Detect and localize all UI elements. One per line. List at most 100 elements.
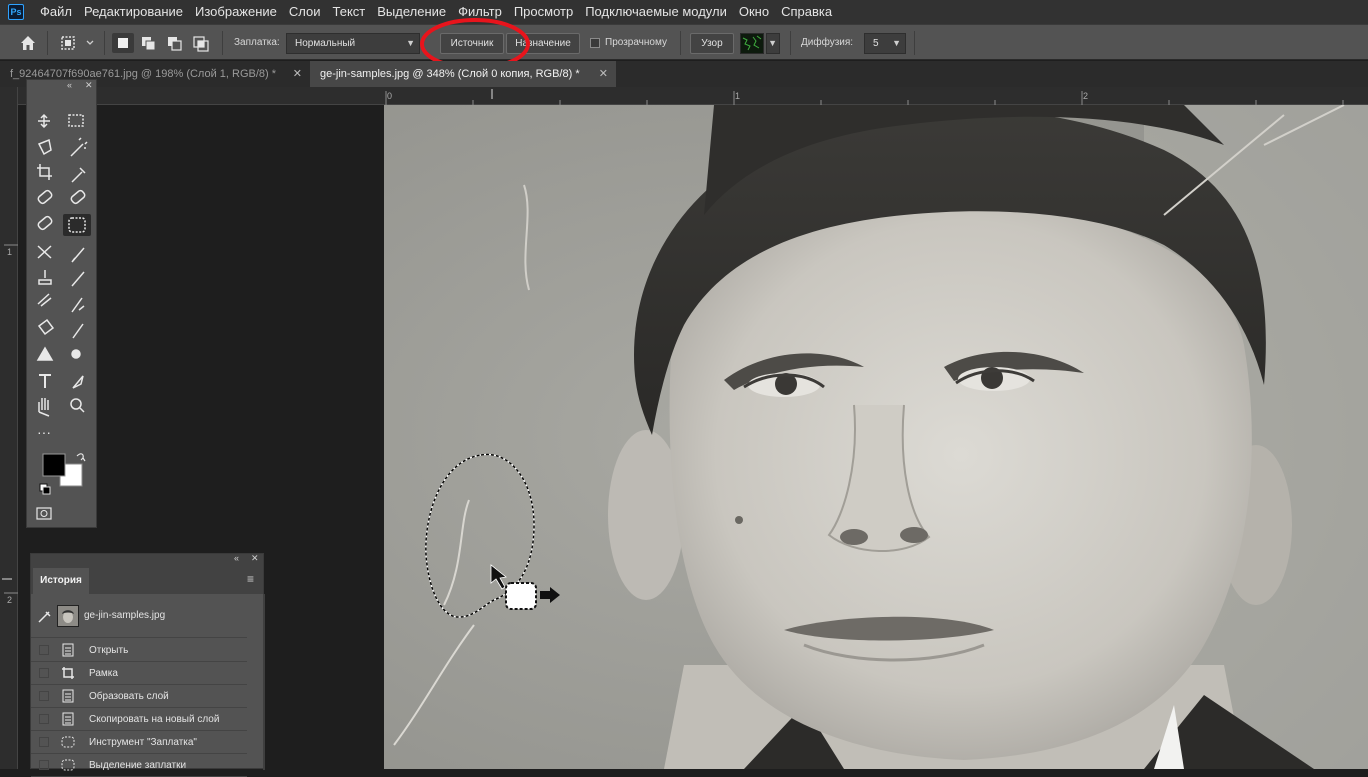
panel-menu-icon[interactable]: ≡ <box>247 572 254 586</box>
paint-bucket-tool-icon[interactable] <box>31 318 55 340</box>
background-color-swatch[interactable] <box>60 476 82 488</box>
history-tab[interactable]: История <box>33 568 89 594</box>
diffusion-dropdown[interactable]: 5 ▼ <box>864 33 906 54</box>
add-selection-icon[interactable] <box>138 33 160 53</box>
marquee-tool-icon[interactable] <box>65 110 89 132</box>
move-tool-icon[interactable] <box>31 110 55 132</box>
home-icon[interactable] <box>18 33 38 53</box>
history-step[interactable]: Образовать слой <box>31 685 247 708</box>
transparent-checkbox[interactable] <box>590 38 600 48</box>
new-selection-icon[interactable] <box>112 33 134 53</box>
history-panel: « ✕ История ≡ ge-jin-samples.jpg Открыть… <box>30 553 265 777</box>
quick-mask-icon[interactable] <box>35 506 53 521</box>
chevron-down-icon: ▼ <box>406 38 415 48</box>
history-step-label: Выделение заплатки <box>89 760 187 771</box>
gradient-tool-icon[interactable] <box>65 292 89 314</box>
default-colors-icon[interactable] <box>39 482 51 494</box>
shape-tool-icon[interactable] <box>31 344 55 366</box>
ruler-horizontal: 0 1 2 <box>18 87 1368 105</box>
lasso-tool-icon[interactable] <box>31 136 55 158</box>
use-pattern-button[interactable]: Узор <box>690 33 734 54</box>
document-icon <box>61 689 75 703</box>
snapshot-label: ge-jin-samples.jpg <box>84 610 166 621</box>
menu-window[interactable]: Окно <box>733 0 775 24</box>
swap-colors-icon[interactable] <box>75 450 87 462</box>
portrait-photo[interactable] <box>384 105 1368 769</box>
ruler-vertical: 1 2 <box>0 87 18 769</box>
patch-mode-value: Нормальный <box>295 38 356 49</box>
intersect-selection-icon[interactable] <box>190 33 212 53</box>
scrollbar[interactable] <box>263 594 265 770</box>
tool-preset-picker[interactable] <box>58 33 98 53</box>
panel-header: « ✕ <box>31 553 263 566</box>
smudge-tool-icon[interactable] <box>65 318 89 340</box>
tools-panel: « ✕ ··· <box>26 79 97 528</box>
spot-healing-tool-icon[interactable] <box>31 188 55 210</box>
brush-tool-icon[interactable] <box>65 240 89 262</box>
type-tool-icon[interactable] <box>31 370 55 392</box>
ruler-label: 0 <box>387 91 393 101</box>
patch-tool-icon[interactable] <box>65 214 89 236</box>
history-brush-tool-icon[interactable] <box>65 266 89 288</box>
crop-tool-icon[interactable] <box>31 162 55 184</box>
content-aware-move-tool-icon[interactable] <box>31 240 55 262</box>
history-source-checkbox[interactable] <box>39 714 49 724</box>
history-step[interactable]: Скопировать на новый слой <box>31 708 247 731</box>
history-step-label: Инструмент "Заплатка" <box>89 737 197 748</box>
photoshop-logo-icon: Ps <box>8 4 24 20</box>
ruler-label: 2 <box>7 595 13 605</box>
pen-tool-icon[interactable] <box>65 370 89 392</box>
dodge-tool-icon[interactable] <box>65 344 89 366</box>
menu-type[interactable]: Текст <box>327 0 372 24</box>
menu-image[interactable]: Изображение <box>189 0 283 24</box>
patch-mode-dropdown[interactable]: Нормальный ▼ <box>286 33 420 54</box>
history-step[interactable]: Выделение заплатки <box>31 754 247 777</box>
foreground-color-swatch[interactable] <box>43 454 65 476</box>
hand-tool-icon[interactable] <box>31 396 55 418</box>
menu-file[interactable]: Файл <box>34 0 78 24</box>
history-brush-source-icon[interactable] <box>37 610 53 624</box>
document-canvas[interactable] <box>384 105 1368 769</box>
diffusion-label: Диффузия: <box>801 37 854 48</box>
options-bar: Заплатка: Нормальный ▼ Источник Назначен… <box>0 24 1368 60</box>
snapshot-thumbnail <box>57 605 79 627</box>
healing-brush-tool-icon[interactable] <box>65 188 89 210</box>
close-icon[interactable]: ✕ <box>599 61 608 87</box>
menu-help[interactable]: Справка <box>775 0 838 24</box>
chevron-down-icon: ▼ <box>892 38 901 48</box>
magic-wand-tool-icon[interactable] <box>65 136 89 158</box>
document-icon <box>61 643 75 657</box>
pattern-swatch[interactable] <box>740 33 764 54</box>
patch-icon <box>61 758 75 772</box>
clone-stamp-tool-icon[interactable] <box>31 266 55 288</box>
bandage-tool-icon[interactable] <box>31 214 55 236</box>
history-step[interactable]: Рамка <box>31 662 247 685</box>
chevron-down-icon: ▼ <box>768 38 777 48</box>
selection-mode-group <box>112 33 212 53</box>
history-source-checkbox[interactable] <box>39 737 49 747</box>
history-source-checkbox[interactable] <box>39 645 49 655</box>
close-icon[interactable]: ✕ <box>251 553 259 564</box>
pattern-label: Узор <box>701 38 723 49</box>
menu-plugins[interactable]: Подключаемые модули <box>579 0 733 24</box>
close-icon[interactable]: ✕ <box>293 61 302 87</box>
eraser-tool-icon[interactable] <box>31 292 55 314</box>
pattern-dropdown[interactable]: ▼ <box>766 33 780 54</box>
transparent-label: Прозрачному <box>605 37 667 48</box>
zoom-tool-icon[interactable] <box>65 396 89 418</box>
history-source-checkbox[interactable] <box>39 668 49 678</box>
more-tools-icon[interactable] <box>31 422 55 444</box>
history-step-label: Образовать слой <box>89 691 169 702</box>
eyedropper-tool-icon[interactable] <box>65 162 89 184</box>
menu-layers[interactable]: Слои <box>283 0 327 24</box>
subtract-selection-icon[interactable] <box>164 33 186 53</box>
tab-document-2[interactable]: ge-jin-samples.jpg @ 348% (Слой 0 копия,… <box>310 61 616 87</box>
crop-icon <box>61 666 75 680</box>
diffusion-value: 5 <box>873 38 879 49</box>
history-step[interactable]: Инструмент "Заплатка" <box>31 731 247 754</box>
history-source-checkbox[interactable] <box>39 691 49 701</box>
history-step[interactable]: Открыть <box>31 639 247 662</box>
history-snapshot[interactable]: ge-jin-samples.jpg <box>31 594 247 638</box>
menu-edit[interactable]: Редактирование <box>78 0 189 24</box>
collapse-arrows-icon[interactable]: « <box>234 553 239 563</box>
